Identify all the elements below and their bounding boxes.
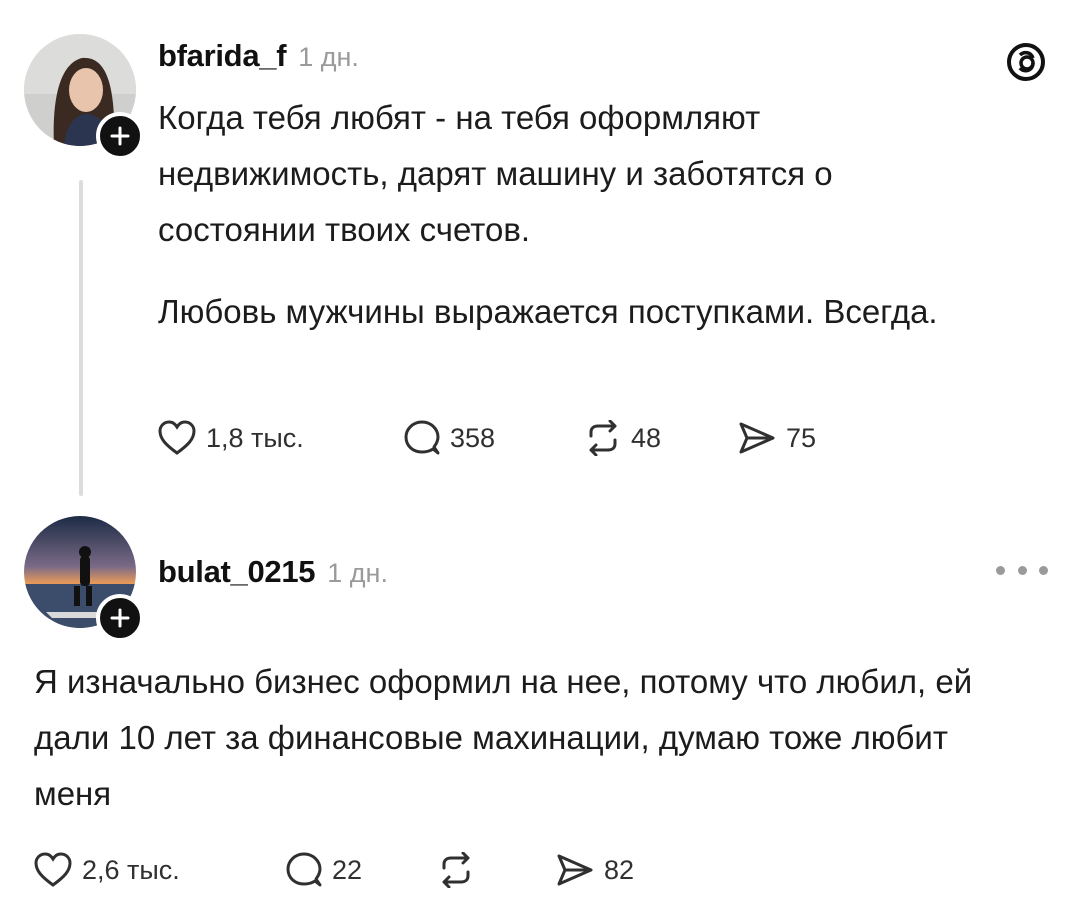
like-count: 2,6 тыс. [82, 854, 180, 885]
repost-icon [442, 852, 470, 888]
reply-username[interactable]: bulat_0215 [158, 554, 316, 590]
like-count: 1,8 тыс. [206, 422, 304, 453]
reply-text: Я изначально бизнес оформил на нее, пото… [34, 663, 973, 812]
post-timestamp: 1 дн. [298, 42, 359, 72]
threads-icon[interactable] [1004, 40, 1048, 84]
like-button[interactable]: 2,6 тыс. [34, 852, 286, 888]
post-actions: 1,8 тыс. 358 48 75 [158, 416, 816, 460]
comment-button[interactable]: 358 [404, 420, 585, 456]
like-button[interactable]: 1,8 тыс. [158, 420, 404, 456]
post-username[interactable]: bfarida_f [158, 38, 287, 74]
heart-icon [34, 852, 72, 887]
share-button[interactable]: 82 [556, 853, 634, 887]
plus-icon [110, 608, 130, 628]
post-paragraph: Когда тебя любят - на тебя оформляют нед… [158, 99, 833, 248]
reply-actions: 2,6 тыс. 22 82 [34, 848, 634, 892]
repost-count: 48 [631, 422, 662, 453]
comment-button[interactable]: 22 [286, 852, 438, 888]
plus-icon [110, 126, 130, 146]
repost-button[interactable]: 48 [585, 420, 738, 456]
more-icon[interactable] [996, 560, 1048, 580]
repost-icon [589, 420, 617, 456]
reply-timestamp: 1 дн. [327, 558, 388, 588]
comment-count: 358 [450, 422, 496, 453]
comment-count: 22 [332, 854, 363, 885]
follow-plus-button[interactable] [96, 594, 144, 642]
post-body: Когда тебя любят - на тебя оформляют нед… [158, 90, 998, 340]
heart-icon [158, 420, 196, 455]
comment-icon [286, 852, 322, 887]
share-count: 75 [786, 422, 817, 453]
follow-plus-button[interactable] [96, 112, 144, 160]
repost-button[interactable] [438, 852, 556, 888]
share-icon [557, 854, 593, 886]
share-icon [739, 422, 775, 454]
reply-body: Я изначально бизнес оформил на нее, пото… [34, 654, 994, 822]
comment-icon [404, 420, 440, 455]
share-count: 82 [604, 854, 635, 885]
thread-line [79, 180, 83, 496]
share-button[interactable]: 75 [738, 421, 816, 455]
post-paragraph: Любовь мужчины выражается поступками. Вс… [158, 293, 938, 330]
